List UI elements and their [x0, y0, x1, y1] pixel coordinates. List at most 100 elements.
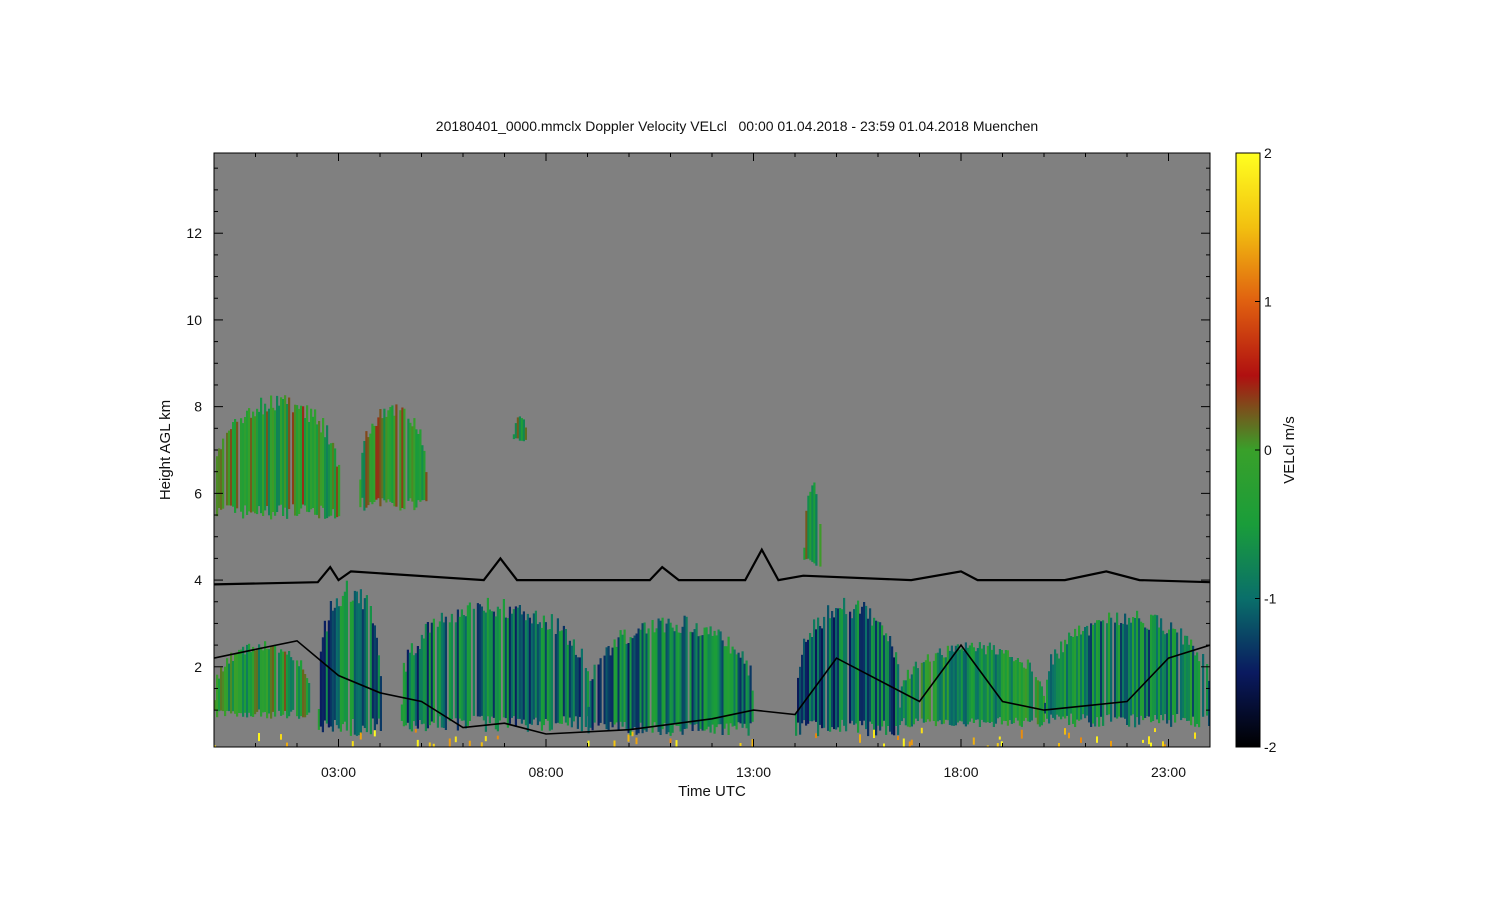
- velocity-streak: [1138, 618, 1141, 725]
- velocity-streak: [308, 683, 311, 713]
- velocity-streak: [623, 629, 626, 722]
- velocity-streak: [1190, 639, 1193, 726]
- velocity-streak: [869, 608, 872, 722]
- velocity-streak: [516, 607, 519, 719]
- velocity-streak: [1090, 623, 1093, 727]
- velocity-streak: [725, 646, 728, 724]
- velocity-streak: [908, 678, 911, 728]
- velocity-speck: [986, 745, 989, 747]
- velocity-speck: [1080, 737, 1082, 743]
- velocity-streak: [1036, 680, 1039, 725]
- x-tick-label: 08:00: [528, 764, 563, 780]
- velocity-streak: [280, 649, 283, 716]
- velocity-streak: [316, 424, 319, 515]
- velocity-streak: [270, 395, 273, 520]
- velocity-streak: [328, 444, 331, 517]
- velocity-streak: [369, 433, 372, 503]
- velocity-streak: [300, 405, 303, 509]
- velocity-streak: [256, 648, 259, 712]
- colorbar-tick-label: -1: [1264, 591, 1277, 607]
- velocity-streak: [972, 647, 975, 723]
- velocity-streak: [413, 418, 416, 511]
- velocity-streak: [580, 648, 583, 732]
- velocity-streak: [546, 629, 549, 721]
- velocity-streak: [369, 606, 372, 735]
- velocity-streak: [254, 416, 257, 514]
- velocity-streak: [809, 491, 812, 561]
- velocity-streak: [242, 423, 245, 519]
- velocity-streak: [952, 651, 955, 726]
- velocity-speck: [669, 738, 672, 744]
- velocity-streak: [958, 649, 961, 721]
- velocity-speck: [1096, 736, 1098, 743]
- velocity-speck: [454, 736, 457, 743]
- velocity-streak: [861, 606, 864, 726]
- velocity-streak: [1136, 610, 1139, 718]
- velocity-speck: [1068, 732, 1070, 739]
- velocity-streak: [1144, 627, 1147, 718]
- velocity-streak: [278, 405, 281, 506]
- velocity-streak: [1092, 624, 1095, 724]
- velocity-streak: [420, 634, 423, 725]
- velocity-streak: [715, 635, 718, 728]
- velocity-streak: [1008, 657, 1011, 721]
- velocity-streak: [677, 632, 680, 726]
- velocity-speck: [432, 743, 435, 747]
- velocity-streak: [946, 645, 949, 721]
- velocity-streak: [379, 409, 382, 507]
- velocity-streak: [324, 437, 327, 519]
- velocity-streak: [705, 627, 708, 730]
- velocity-speck: [280, 734, 282, 740]
- colorbar-tick-label: -2: [1264, 739, 1277, 755]
- velocity-streak: [252, 411, 255, 512]
- velocity-speck: [468, 740, 471, 747]
- velocity-streak: [576, 657, 579, 729]
- velocity-streak: [414, 653, 417, 726]
- y-tick-label: 8: [194, 399, 202, 415]
- velocity-streak: [240, 418, 243, 512]
- velocity-streak: [306, 405, 309, 512]
- velocity-streak: [729, 653, 732, 724]
- velocity-streak: [538, 622, 541, 722]
- velocity-streak: [889, 636, 892, 732]
- velocity-streak: [556, 618, 559, 723]
- velocity-streak: [375, 426, 378, 500]
- velocity-streak: [1132, 617, 1135, 715]
- velocity-streak: [1070, 636, 1073, 714]
- velocity-streak: [332, 442, 335, 510]
- velocity-streak: [359, 589, 362, 734]
- velocity-streak: [335, 598, 338, 726]
- velocity-streak: [932, 660, 935, 721]
- velocity-streak: [417, 434, 420, 501]
- velocity-streak: [294, 404, 297, 516]
- velocity-streak: [1184, 635, 1187, 719]
- velocity-streak: [220, 449, 223, 510]
- velocity-streak: [954, 645, 957, 726]
- velocity-streak: [512, 434, 515, 440]
- velocity-streak: [671, 627, 674, 733]
- velocity-streak: [741, 651, 744, 728]
- velocity-streak: [1012, 661, 1015, 724]
- velocity-streak: [599, 658, 602, 723]
- velocity-streak: [891, 646, 894, 735]
- velocity-streak: [1154, 614, 1157, 715]
- velocity-streak: [526, 613, 529, 732]
- velocity-streak: [262, 414, 265, 516]
- velocity-streak: [1146, 628, 1149, 717]
- velocity-streak: [304, 674, 307, 718]
- velocity-streak: [735, 654, 738, 730]
- velocity-streak: [379, 676, 382, 731]
- velocity-streak: [317, 709, 320, 730]
- velocity-streak: [492, 611, 495, 718]
- velocity-streak: [871, 625, 874, 724]
- velocity-streak: [1156, 615, 1159, 720]
- velocity-streak: [936, 652, 939, 722]
- velocity-streak: [554, 634, 557, 724]
- velocity-streak: [234, 419, 237, 513]
- velocity-streak: [685, 616, 688, 729]
- velocity-streak: [432, 618, 435, 723]
- velocity-streak: [893, 657, 896, 736]
- velocity-speck: [675, 740, 678, 747]
- velocity-streak: [512, 609, 515, 717]
- velocity-streak: [482, 610, 485, 721]
